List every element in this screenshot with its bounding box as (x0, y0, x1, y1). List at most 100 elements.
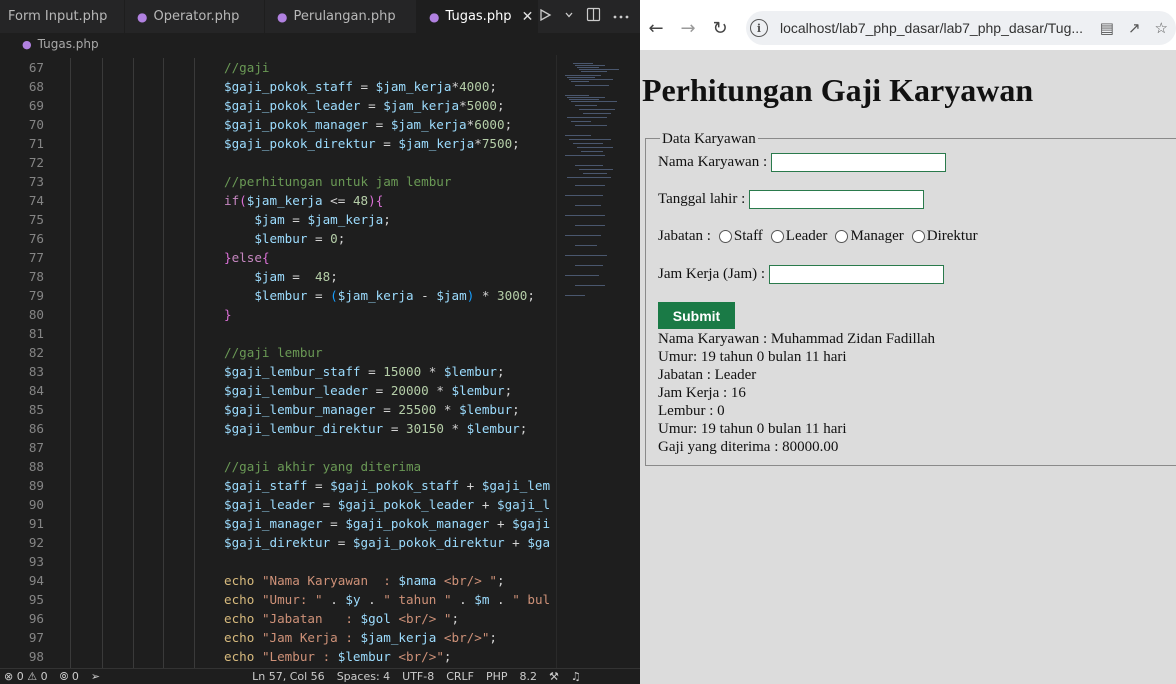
code-text: $jam = $jam_kerja; (254, 212, 391, 227)
code-line[interactable]: 72 (0, 153, 556, 172)
minimap-line (579, 169, 613, 170)
jam-input[interactable] (769, 265, 945, 284)
code-line[interactable]: 87 (0, 438, 556, 457)
line-number: 95 (28, 592, 44, 607)
code-line[interactable]: 95 echo "Umur: " . $y . " tahun " . $m . … (0, 590, 556, 609)
url-text: localhost/lab7_php_dasar/lab7_php_dasar/… (780, 20, 1084, 36)
nama-label: Nama Karyawan : (658, 154, 768, 170)
ports-indicator[interactable]: ⦾ 0 (60, 670, 79, 684)
code-line[interactable]: 88 //gaji akhir yang diterima (0, 457, 556, 476)
tab-perulangan[interactable]: ● Perulangan.php (265, 0, 417, 33)
minimap-line (565, 295, 585, 296)
more-icon[interactable] (613, 9, 629, 24)
web-page: Perhitungan Gaji Karyawan Data Karyawan … (640, 50, 1176, 684)
code-line[interactable]: 82 //gaji lembur (0, 343, 556, 362)
tab-operator[interactable]: ● Operator.php (125, 0, 265, 33)
bell-icon[interactable]: ♫ (571, 670, 581, 683)
code-line[interactable]: 83 $gaji_lembur_staff = 15000 * $lembur; (0, 362, 556, 381)
breadcrumb[interactable]: ● Tugas.php (0, 33, 640, 55)
code-text: }else{ (224, 250, 270, 265)
code-line[interactable]: 79 $lembur = ($jam_kerja - $jam) * 3000; (0, 286, 556, 305)
vscode-window: Form Input.php ● Operator.php ● Perulang… (0, 0, 640, 684)
back-arrow-icon[interactable]: ← (640, 18, 672, 39)
live-share-icon[interactable]: ➢ (91, 670, 100, 683)
code-text: if($jam_kerja <= 48){ (224, 193, 384, 208)
language-mode[interactable]: PHP (486, 670, 508, 683)
code-line[interactable]: 96 echo "Jabatan : $gol <br/> "; (0, 609, 556, 628)
line-ending[interactable]: CRLF (446, 670, 474, 683)
tab-form-input[interactable]: Form Input.php (0, 0, 125, 33)
minimap[interactable] (556, 55, 640, 668)
tab-label: Tugas.php (445, 9, 512, 24)
code-line[interactable]: 67 //gaji (0, 58, 556, 77)
php-elephant-icon: ● (277, 9, 288, 24)
info-icon[interactable]: i (750, 19, 768, 37)
forward-arrow-icon[interactable]: → (672, 18, 704, 39)
encoding[interactable]: UTF-8 (402, 670, 434, 683)
address-bar[interactable]: i localhost/lab7_php_dasar/lab7_php_dasa… (746, 11, 1176, 45)
minimap-line (565, 155, 605, 156)
code-line[interactable]: 98 echo "Lembur : $lembur <br/>"; (0, 647, 556, 666)
code-line[interactable]: 80} (0, 305, 556, 324)
code-line[interactable]: 68 $gaji_pokok_staff = $jam_kerja*4000; (0, 77, 556, 96)
page-title: Perhitungan Gaji Karyawan (642, 72, 1034, 108)
code-line[interactable]: 84 $gaji_lembur_leader = 20000 * $lembur; (0, 381, 556, 400)
play-icon[interactable] (538, 8, 552, 26)
code-line[interactable]: 85 $gaji_lembur_manager = 25500 * $lembur… (0, 400, 556, 419)
radio-direktur[interactable] (911, 230, 925, 243)
code-line[interactable]: 70 $gaji_pokok_manager = $jam_kerja*6000; (0, 115, 556, 134)
line-number: 98 (28, 649, 44, 664)
radio-manager[interactable] (835, 230, 849, 243)
code-line[interactable]: 94 echo "Nama Karyawan : $nama <br/> "; (0, 571, 556, 590)
line-number: 90 (28, 497, 44, 512)
submit-button[interactable]: Submit (658, 302, 735, 329)
tanggal-label: Tanggal lahir : (658, 191, 746, 207)
code-line[interactable]: 74 if($jam_kerja <= 48){ (0, 191, 556, 210)
code-line[interactable]: 90 $gaji_leader = $gaji_pokok_leader + $g… (0, 495, 556, 514)
code-text: //gaji lembur (224, 345, 323, 360)
result-line: Umur: 19 tahun 0 bulan 11 hari (658, 349, 847, 365)
translate-icon[interactable]: ▤ (1100, 19, 1114, 37)
code-line[interactable]: 69 $gaji_pokok_leader = $jam_kerja*5000; (0, 96, 556, 115)
code-line[interactable]: 93 (0, 552, 556, 571)
chevron-down-icon[interactable] (564, 9, 574, 24)
share-icon[interactable]: ↗ (1128, 19, 1141, 37)
line-number: 77 (28, 250, 44, 265)
warning-icon: ⚠ (27, 670, 38, 683)
code-line[interactable]: 73 //perhitungan untuk jam lembur (0, 172, 556, 191)
code-line[interactable]: 71 $gaji_pokok_direktur = $jam_kerja*7500… (0, 134, 556, 153)
code-line[interactable]: 75 $jam = $jam_kerja; (0, 210, 556, 229)
code-text: $gaji_pokok_leader = $jam_kerja*5000; (224, 98, 505, 113)
minimap-line (565, 235, 601, 236)
code-line[interactable]: 76 $lembur = 0; (0, 229, 556, 248)
code-line[interactable]: 91 $gaji_manager = $gaji_pokok_manager + … (0, 514, 556, 533)
nama-input[interactable] (771, 153, 947, 172)
php-version[interactable]: 8.2 (520, 670, 538, 683)
code-line[interactable]: 89 $gaji_staff = $gaji_pokok_staff + $gaj… (0, 476, 556, 495)
indentation[interactable]: Spaces: 4 (337, 670, 390, 683)
code-line[interactable]: 81 (0, 324, 556, 343)
cursor-position[interactable]: Ln 57, Col 56 (252, 670, 325, 683)
radio-leader[interactable] (770, 230, 784, 243)
tab-tugas[interactable]: ● Tugas.php ✕ (417, 0, 538, 33)
line-number: 75 (28, 212, 44, 227)
problems-indicator[interactable]: ⊗ 0 ⚠ 0 (4, 670, 48, 683)
code-line[interactable]: 78 $jam = 48; (0, 267, 556, 286)
code-text: $gaji_lembur_direktur = 30150 * $lembur; (224, 421, 528, 436)
code-line[interactable]: 92 $gaji_direktur = $gaji_pokok_direktur … (0, 533, 556, 552)
code-line[interactable]: 77 }else{ (0, 248, 556, 267)
radio-staff[interactable] (718, 230, 732, 243)
close-tab-icon[interactable]: ✕ (522, 9, 534, 25)
reload-icon[interactable]: ↻ (704, 18, 736, 39)
code-text: echo "Lembur : $lembur <br/>"; (224, 649, 452, 664)
tanggal-input[interactable] (749, 190, 925, 209)
error-count: 0 (16, 670, 24, 683)
code-editor[interactable]: 67 //gaji 68 $gaji_pokok_staff = $jam_kerja… (0, 58, 556, 668)
code-line[interactable]: 86 $gaji_lembur_direktur = 30150 * $lembu… (0, 419, 556, 438)
star-icon[interactable]: ☆ (1155, 19, 1168, 37)
code-line[interactable]: 97 echo "Jam Kerja : $jam_kerja <br/>"; (0, 628, 556, 647)
jam-label: Jam Kerja (Jam) : (658, 266, 766, 282)
split-editor-icon[interactable] (586, 7, 601, 26)
wrench-icon[interactable]: ⚒ (549, 670, 559, 683)
employee-fieldset: Data Karyawan Nama Karyawan : Tanggal la… (645, 131, 1176, 466)
